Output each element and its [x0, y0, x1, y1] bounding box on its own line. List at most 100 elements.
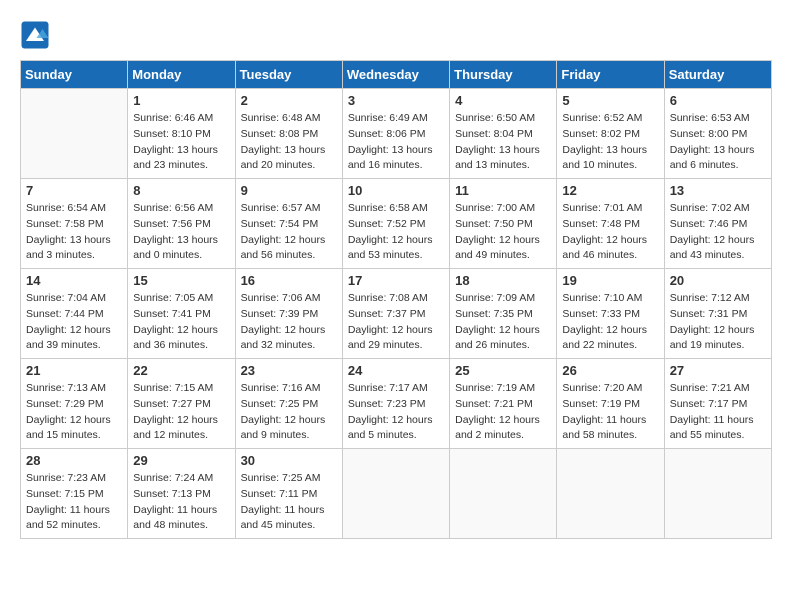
day-number: 3 — [348, 93, 444, 108]
calendar-cell: 3 Sunrise: 6:49 AMSunset: 8:06 PMDaylight… — [342, 89, 449, 179]
day-number: 20 — [670, 273, 766, 288]
page-header — [20, 20, 772, 50]
calendar-cell: 6 Sunrise: 6:53 AMSunset: 8:00 PMDaylight… — [664, 89, 771, 179]
calendar-week-row: 7 Sunrise: 6:54 AMSunset: 7:58 PMDaylight… — [21, 179, 772, 269]
day-number: 29 — [133, 453, 229, 468]
day-info: Sunrise: 7:08 AMSunset: 7:37 PMDaylight:… — [348, 291, 444, 354]
day-number: 13 — [670, 183, 766, 198]
day-number: 5 — [562, 93, 658, 108]
day-info: Sunrise: 7:20 AMSunset: 7:19 PMDaylight:… — [562, 381, 658, 444]
weekday-header: Wednesday — [342, 61, 449, 89]
day-info: Sunrise: 6:54 AMSunset: 7:58 PMDaylight:… — [26, 201, 122, 264]
day-info: Sunrise: 7:01 AMSunset: 7:48 PMDaylight:… — [562, 201, 658, 264]
day-number: 21 — [26, 363, 122, 378]
calendar-cell: 28 Sunrise: 7:23 AMSunset: 7:15 PMDayligh… — [21, 449, 128, 539]
day-number: 8 — [133, 183, 229, 198]
calendar-header-row: SundayMondayTuesdayWednesdayThursdayFrid… — [21, 61, 772, 89]
logo-icon — [20, 20, 50, 50]
day-info: Sunrise: 7:19 AMSunset: 7:21 PMDaylight:… — [455, 381, 551, 444]
day-info: Sunrise: 7:09 AMSunset: 7:35 PMDaylight:… — [455, 291, 551, 354]
day-info: Sunrise: 7:06 AMSunset: 7:39 PMDaylight:… — [241, 291, 337, 354]
calendar-cell — [450, 449, 557, 539]
day-info: Sunrise: 6:57 AMSunset: 7:54 PMDaylight:… — [241, 201, 337, 264]
calendar-cell — [557, 449, 664, 539]
day-number: 7 — [26, 183, 122, 198]
day-info: Sunrise: 7:25 AMSunset: 7:11 PMDaylight:… — [241, 471, 337, 534]
day-number: 22 — [133, 363, 229, 378]
day-number: 6 — [670, 93, 766, 108]
day-info: Sunrise: 6:48 AMSunset: 8:08 PMDaylight:… — [241, 111, 337, 174]
calendar-week-row: 1 Sunrise: 6:46 AMSunset: 8:10 PMDaylight… — [21, 89, 772, 179]
day-info: Sunrise: 6:56 AMSunset: 7:56 PMDaylight:… — [133, 201, 229, 264]
day-number: 27 — [670, 363, 766, 378]
day-number: 11 — [455, 183, 551, 198]
day-number: 16 — [241, 273, 337, 288]
day-number: 25 — [455, 363, 551, 378]
calendar-cell: 7 Sunrise: 6:54 AMSunset: 7:58 PMDaylight… — [21, 179, 128, 269]
day-info: Sunrise: 7:16 AMSunset: 7:25 PMDaylight:… — [241, 381, 337, 444]
day-info: Sunrise: 7:15 AMSunset: 7:27 PMDaylight:… — [133, 381, 229, 444]
day-number: 28 — [26, 453, 122, 468]
day-info: Sunrise: 6:50 AMSunset: 8:04 PMDaylight:… — [455, 111, 551, 174]
calendar-cell: 24 Sunrise: 7:17 AMSunset: 7:23 PMDayligh… — [342, 359, 449, 449]
day-info: Sunrise: 6:52 AMSunset: 8:02 PMDaylight:… — [562, 111, 658, 174]
day-info: Sunrise: 7:21 AMSunset: 7:17 PMDaylight:… — [670, 381, 766, 444]
weekday-header: Saturday — [664, 61, 771, 89]
day-number: 1 — [133, 93, 229, 108]
day-number: 24 — [348, 363, 444, 378]
calendar-cell: 26 Sunrise: 7:20 AMSunset: 7:19 PMDayligh… — [557, 359, 664, 449]
calendar-cell: 30 Sunrise: 7:25 AMSunset: 7:11 PMDayligh… — [235, 449, 342, 539]
calendar-cell: 11 Sunrise: 7:00 AMSunset: 7:50 PMDayligh… — [450, 179, 557, 269]
day-info: Sunrise: 7:23 AMSunset: 7:15 PMDaylight:… — [26, 471, 122, 534]
day-info: Sunrise: 6:46 AMSunset: 8:10 PMDaylight:… — [133, 111, 229, 174]
day-info: Sunrise: 7:10 AMSunset: 7:33 PMDaylight:… — [562, 291, 658, 354]
calendar-cell: 25 Sunrise: 7:19 AMSunset: 7:21 PMDayligh… — [450, 359, 557, 449]
calendar-cell: 19 Sunrise: 7:10 AMSunset: 7:33 PMDayligh… — [557, 269, 664, 359]
calendar-table: SundayMondayTuesdayWednesdayThursdayFrid… — [20, 60, 772, 539]
day-info: Sunrise: 7:04 AMSunset: 7:44 PMDaylight:… — [26, 291, 122, 354]
day-info: Sunrise: 7:12 AMSunset: 7:31 PMDaylight:… — [670, 291, 766, 354]
logo — [20, 20, 54, 50]
day-info: Sunrise: 7:05 AMSunset: 7:41 PMDaylight:… — [133, 291, 229, 354]
day-info: Sunrise: 6:58 AMSunset: 7:52 PMDaylight:… — [348, 201, 444, 264]
calendar-cell: 13 Sunrise: 7:02 AMSunset: 7:46 PMDayligh… — [664, 179, 771, 269]
weekday-header: Friday — [557, 61, 664, 89]
day-info: Sunrise: 6:49 AMSunset: 8:06 PMDaylight:… — [348, 111, 444, 174]
day-info: Sunrise: 7:13 AMSunset: 7:29 PMDaylight:… — [26, 381, 122, 444]
calendar-cell: 22 Sunrise: 7:15 AMSunset: 7:27 PMDayligh… — [128, 359, 235, 449]
day-info: Sunrise: 6:53 AMSunset: 8:00 PMDaylight:… — [670, 111, 766, 174]
day-number: 30 — [241, 453, 337, 468]
day-info: Sunrise: 7:17 AMSunset: 7:23 PMDaylight:… — [348, 381, 444, 444]
calendar-cell: 1 Sunrise: 6:46 AMSunset: 8:10 PMDaylight… — [128, 89, 235, 179]
calendar-cell: 17Sunrise: 7:08 AMSunset: 7:37 PMDayligh… — [342, 269, 449, 359]
calendar-cell: 4Sunrise: 6:50 AMSunset: 8:04 PMDaylight… — [450, 89, 557, 179]
weekday-header: Sunday — [21, 61, 128, 89]
calendar-cell: 21 Sunrise: 7:13 AMSunset: 7:29 PMDayligh… — [21, 359, 128, 449]
calendar-cell: 18 Sunrise: 7:09 AMSunset: 7:35 PMDayligh… — [450, 269, 557, 359]
day-number: 2 — [241, 93, 337, 108]
calendar-cell: 12 Sunrise: 7:01 AMSunset: 7:48 PMDayligh… — [557, 179, 664, 269]
day-number: 15 — [133, 273, 229, 288]
calendar-cell — [342, 449, 449, 539]
weekday-header: Tuesday — [235, 61, 342, 89]
calendar-cell: 2 Sunrise: 6:48 AMSunset: 8:08 PMDaylight… — [235, 89, 342, 179]
day-number: 12 — [562, 183, 658, 198]
day-number: 9 — [241, 183, 337, 198]
day-number: 10 — [348, 183, 444, 198]
calendar-cell: 5 Sunrise: 6:52 AMSunset: 8:02 PMDaylight… — [557, 89, 664, 179]
day-number: 19 — [562, 273, 658, 288]
day-number: 18 — [455, 273, 551, 288]
calendar-cell: 9 Sunrise: 6:57 AMSunset: 7:54 PMDaylight… — [235, 179, 342, 269]
calendar-cell: 29Sunrise: 7:24 AMSunset: 7:13 PMDayligh… — [128, 449, 235, 539]
calendar-week-row: 21 Sunrise: 7:13 AMSunset: 7:29 PMDayligh… — [21, 359, 772, 449]
day-number: 14 — [26, 273, 122, 288]
day-info: Sunrise: 7:00 AMSunset: 7:50 PMDaylight:… — [455, 201, 551, 264]
calendar-cell: 20 Sunrise: 7:12 AMSunset: 7:31 PMDayligh… — [664, 269, 771, 359]
calendar-week-row: 28 Sunrise: 7:23 AMSunset: 7:15 PMDayligh… — [21, 449, 772, 539]
weekday-header: Thursday — [450, 61, 557, 89]
calendar-cell: 8 Sunrise: 6:56 AMSunset: 7:56 PMDaylight… — [128, 179, 235, 269]
calendar-cell: 27 Sunrise: 7:21 AMSunset: 7:17 PMDayligh… — [664, 359, 771, 449]
day-number: 26 — [562, 363, 658, 378]
day-info: Sunrise: 7:02 AMSunset: 7:46 PMDaylight:… — [670, 201, 766, 264]
calendar-cell: 16 Sunrise: 7:06 AMSunset: 7:39 PMDayligh… — [235, 269, 342, 359]
